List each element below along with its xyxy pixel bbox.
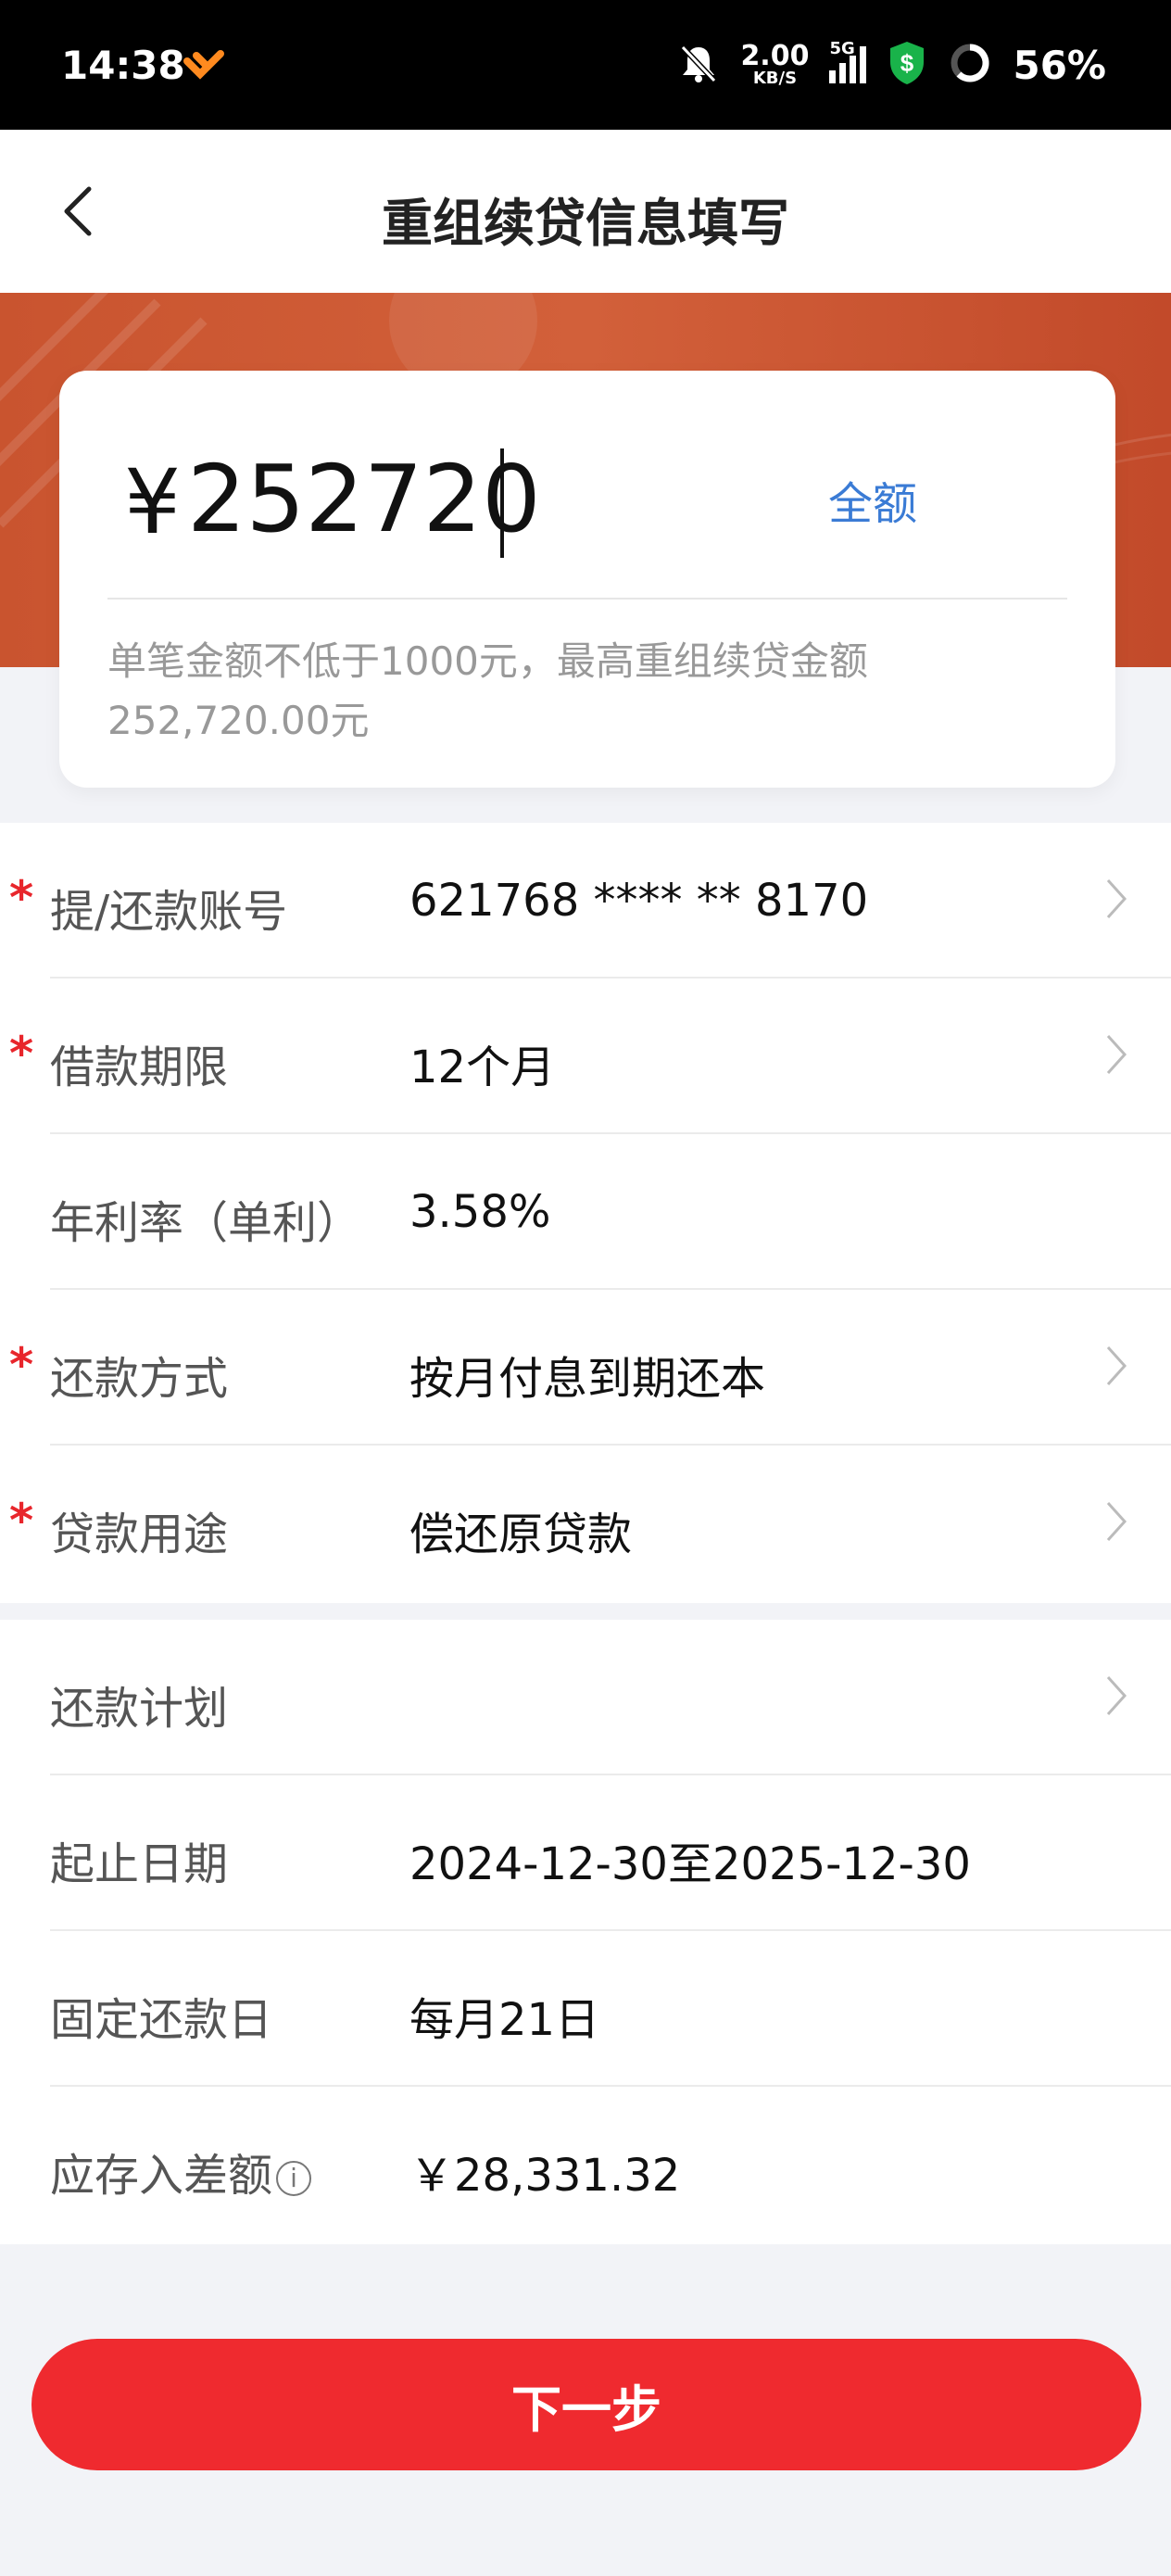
repayment-plan-section: 还款计划 起止日期 2024-12-30至2025-12-30 固定还款日 每月… xyxy=(0,1620,1171,2244)
info-icon[interactable]: i xyxy=(276,2161,312,2196)
row-value: ￥28,331.32 xyxy=(409,2150,681,2202)
nav-bar: 重组续贷信息填写 xyxy=(0,130,1171,293)
required-star: * xyxy=(9,1494,34,1547)
amount-card: ¥ 252720 全额 单笔金额不低于1000元，最高重组续贷金额252,720… xyxy=(59,371,1115,788)
row-label: 提/还款账号 xyxy=(50,886,288,938)
text-cursor xyxy=(500,448,504,558)
battery-level: 56% xyxy=(1013,42,1106,88)
form-row-date-range: 起止日期 2024-12-30至2025-12-30 xyxy=(0,1775,1171,1931)
required-star: * xyxy=(9,1027,34,1080)
row-label: 起止日期 xyxy=(50,1838,229,1890)
row-label: 借款期限 xyxy=(50,1042,229,1093)
form-row-repayment-day: 固定还款日 每月21日 xyxy=(0,1931,1171,2087)
amount-divider xyxy=(107,598,1067,600)
row-value: 3.58% xyxy=(409,1186,551,1238)
loan-form: * 提/还款账号 621768 **** ** 8170 * 借款期限 12个月… xyxy=(0,823,1171,1603)
form-row-repayment-plan[interactable]: 还款计划 xyxy=(0,1620,1171,1775)
row-value: 每月21日 xyxy=(409,1994,600,2046)
form-row-repayment-method[interactable]: * 还款方式 按月付息到期还本 xyxy=(0,1290,1171,1446)
row-value: 621768 **** ** 8170 xyxy=(409,875,869,927)
required-star: * xyxy=(9,1338,34,1392)
svg-text:$: $ xyxy=(900,49,914,77)
row-label: 应存入差额 i xyxy=(50,2139,312,2203)
app-notification-icon xyxy=(183,48,224,85)
form-row-loan-purpose[interactable]: * 贷款用途 偿还原贷款 xyxy=(0,1446,1171,1601)
network-speed: 2.00 KB/S xyxy=(740,40,810,88)
chevron-right-icon xyxy=(1104,877,1128,925)
row-label: 还款方式 xyxy=(50,1353,229,1405)
form-row-term[interactable]: * 借款期限 12个月 xyxy=(0,979,1171,1134)
required-star: * xyxy=(9,871,34,925)
row-value: 按月付息到期还本 xyxy=(409,1353,766,1405)
form-row-deposit-difference: 应存入差额 i ￥28,331.32 xyxy=(0,2087,1171,2242)
form-row-account[interactable]: * 提/还款账号 621768 **** ** 8170 xyxy=(0,823,1171,979)
signal-5g-icon: 5G xyxy=(829,39,867,83)
chevron-right-icon xyxy=(1104,1344,1128,1392)
row-label: 贷款用途 xyxy=(50,1509,229,1560)
wallet-shield-icon: $ xyxy=(887,40,927,90)
chevron-right-icon xyxy=(1104,1673,1128,1722)
row-value: 偿还原贷款 xyxy=(409,1509,633,1560)
mute-bell-icon xyxy=(677,42,720,88)
row-label: 年利率（单利） xyxy=(50,1197,362,1249)
battery-ring-icon xyxy=(948,41,992,89)
status-bar: 14:38 2.00 KB/S 5G $ 56% xyxy=(0,0,1171,130)
form-row-interest-rate: 年利率（单利） 3.58% xyxy=(0,1134,1171,1290)
status-time: 14:38 xyxy=(61,43,185,88)
amount-hint: 单笔金额不低于1000元，最高重组续贷金额252,720.00元 xyxy=(107,638,868,743)
currency-symbol: ¥ xyxy=(124,450,182,554)
amount-value: 252720 xyxy=(187,445,541,553)
chevron-right-icon xyxy=(1104,1032,1128,1080)
chevron-right-icon xyxy=(1104,1499,1128,1547)
next-step-button[interactable]: 下一步 xyxy=(31,2339,1141,2470)
page-title: 重组续贷信息填写 xyxy=(381,194,789,253)
full-amount-button[interactable]: 全额 xyxy=(828,467,917,532)
row-value: 12个月 xyxy=(409,1042,556,1093)
row-label: 还款计划 xyxy=(50,1683,229,1735)
row-label: 固定还款日 xyxy=(50,1994,273,2046)
row-value: 2024-12-30至2025-12-30 xyxy=(409,1838,971,1890)
